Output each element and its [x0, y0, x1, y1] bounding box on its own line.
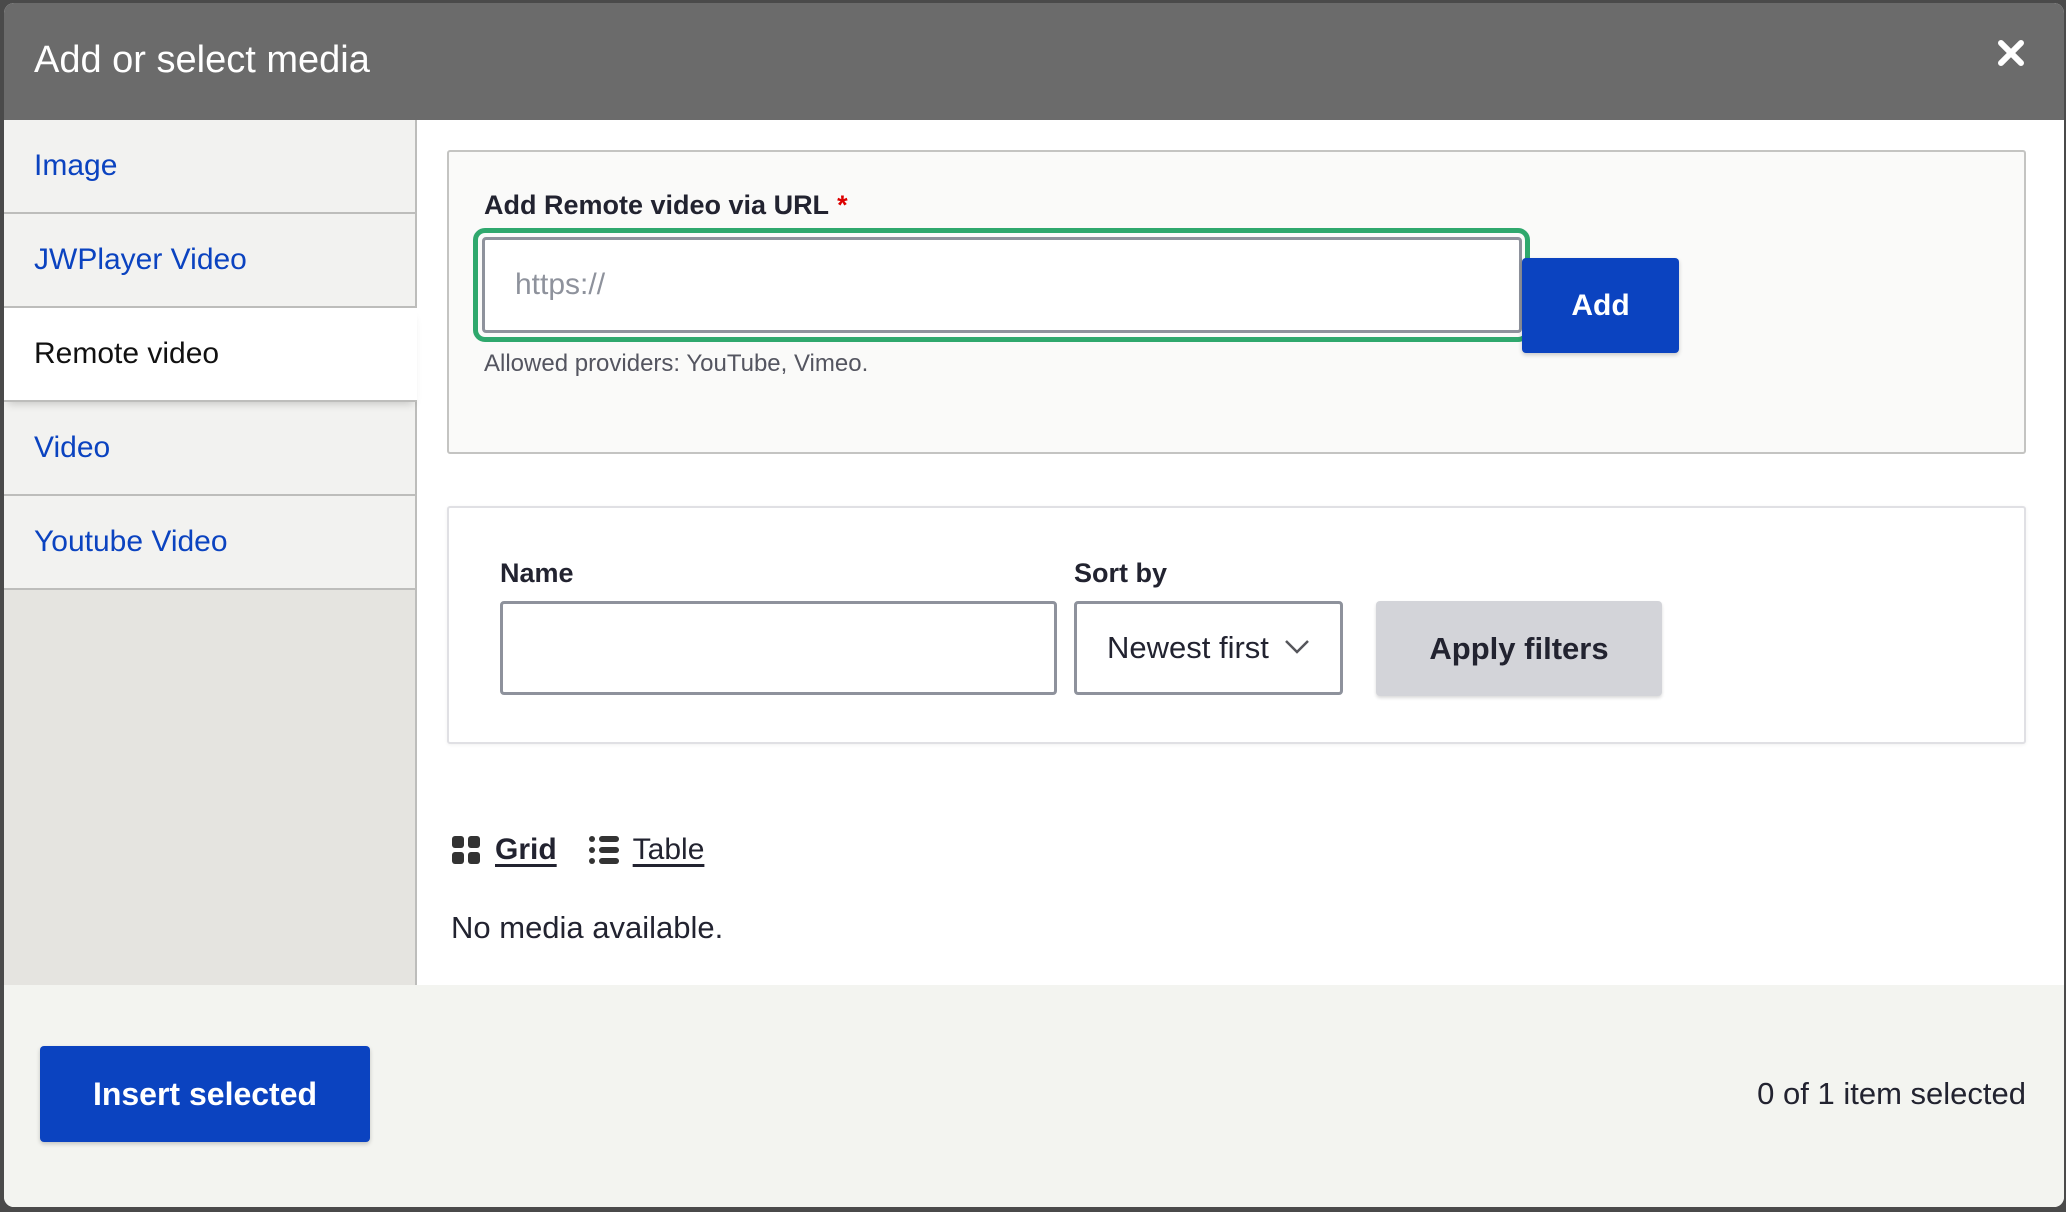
- view-switcher: Grid Table: [451, 830, 704, 870]
- insert-selected-button[interactable]: Insert selected: [40, 1046, 370, 1142]
- close-icon: [1998, 40, 2024, 66]
- grid-icon: [452, 836, 480, 864]
- apply-filters-button[interactable]: Apply filters: [1376, 601, 1662, 696]
- sidebar-item-jwplayer-video[interactable]: JWPlayer Video: [4, 214, 415, 308]
- table-view-link[interactable]: Table: [588, 833, 705, 867]
- sort-by-select[interactable]: Newest first: [1074, 601, 1343, 695]
- sidebar-item-youtube-video[interactable]: Youtube Video: [4, 496, 415, 590]
- name-filter-label: Name: [500, 558, 574, 588]
- selection-count: 0 of 1 item selected: [1757, 1076, 2026, 1111]
- dialog-title: Add or select media: [34, 39, 370, 81]
- allowed-providers-hint: Allowed providers: YouTube, Vimeo.: [484, 350, 869, 377]
- empty-message: No media available.: [451, 910, 724, 945]
- dialog-header: Add or select media: [4, 3, 2064, 120]
- list-icon: [588, 836, 619, 864]
- name-filter-input[interactable]: [500, 601, 1057, 695]
- chevron-down-icon: [1285, 640, 1309, 654]
- close-button[interactable]: [1993, 35, 2029, 71]
- url-field-label: Add Remote video via URL *: [484, 190, 848, 221]
- url-label-text: Add Remote video via URL: [484, 190, 830, 220]
- sort-by-label: Sort by: [1074, 558, 1168, 588]
- grid-view-link[interactable]: Grid: [451, 833, 557, 867]
- media-type-sidebar: Image JWPlayer Video Remote video Video …: [4, 120, 417, 985]
- add-button[interactable]: Add: [1522, 258, 1679, 353]
- url-input[interactable]: [482, 237, 1522, 333]
- sidebar-item-remote-video[interactable]: Remote video: [4, 308, 417, 402]
- required-marker: *: [837, 190, 848, 220]
- sidebar-item-image[interactable]: Image: [4, 120, 415, 214]
- grid-view-label: Grid: [495, 833, 557, 866]
- table-view-label: Table: [632, 833, 705, 866]
- sidebar-item-video[interactable]: Video: [4, 402, 415, 496]
- sort-by-value: Newest first: [1107, 630, 1269, 665]
